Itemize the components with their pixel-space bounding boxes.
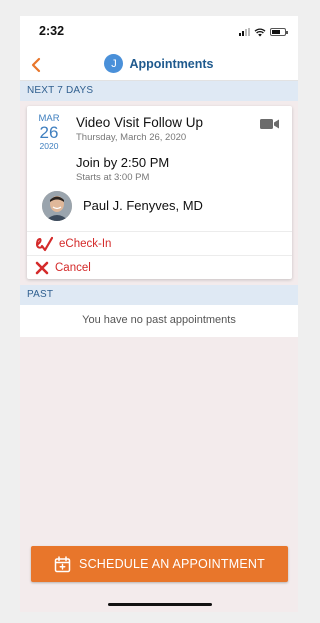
provider-name: Paul J. Fenyves, MD (83, 198, 203, 213)
join-time: Join by 2:50 PM (76, 155, 170, 170)
user-avatar[interactable]: J (104, 54, 124, 73)
status-time: 2:32 (39, 24, 65, 38)
wifi-icon (254, 27, 266, 36)
date-day: 26 (39, 123, 59, 142)
echeckin-button[interactable]: eCheck-In (27, 231, 292, 255)
appointment-title: Video Visit Follow Up (76, 115, 204, 130)
schedule-appointment-button[interactable]: SCHEDULE AN APPOINTMENT (31, 546, 288, 582)
start-time: Starts at 3:00 PM (76, 172, 150, 183)
close-icon (35, 261, 49, 274)
appointment-date: Thursday, March 26, 2020 (76, 132, 187, 143)
calendar-add-icon (54, 555, 71, 572)
section-header-upcoming: NEXT 7 DAYS (20, 81, 298, 101)
nav-title-group: J Appointments (20, 54, 298, 73)
section-header-past: PAST (20, 285, 298, 305)
battery-icon (270, 28, 288, 36)
status-bar: 2:32 (20, 16, 298, 50)
appointment-card[interactable]: MAR 26 2020 Video Visit Follow Up Thursd… (27, 106, 292, 279)
schedule-button-label: SCHEDULE AN APPOINTMENT (79, 557, 265, 571)
date-year: 2020 (39, 141, 59, 151)
page-title: Appointments (129, 56, 214, 71)
appointment-details[interactable]: MAR 26 2020 Video Visit Follow Up Thursd… (27, 106, 292, 231)
past-empty-message: You have no past appointments (20, 305, 298, 337)
provider-avatar (42, 191, 72, 221)
nav-bar: J Appointments (20, 50, 298, 81)
video-camera-icon[interactable] (260, 118, 280, 130)
cancel-label: Cancel (55, 261, 91, 274)
signal-icon (239, 28, 250, 36)
home-indicator[interactable] (108, 603, 212, 606)
date-block: MAR 26 2020 (36, 113, 62, 152)
echeckin-label: eCheck-In (59, 237, 112, 250)
phone-screen: 2:32 J Appointments NEXT 7 DAYS MAR 26 2… (20, 16, 298, 612)
cancel-button[interactable]: Cancel (27, 255, 292, 279)
status-icons (239, 27, 288, 37)
echeckin-icon (35, 236, 53, 251)
